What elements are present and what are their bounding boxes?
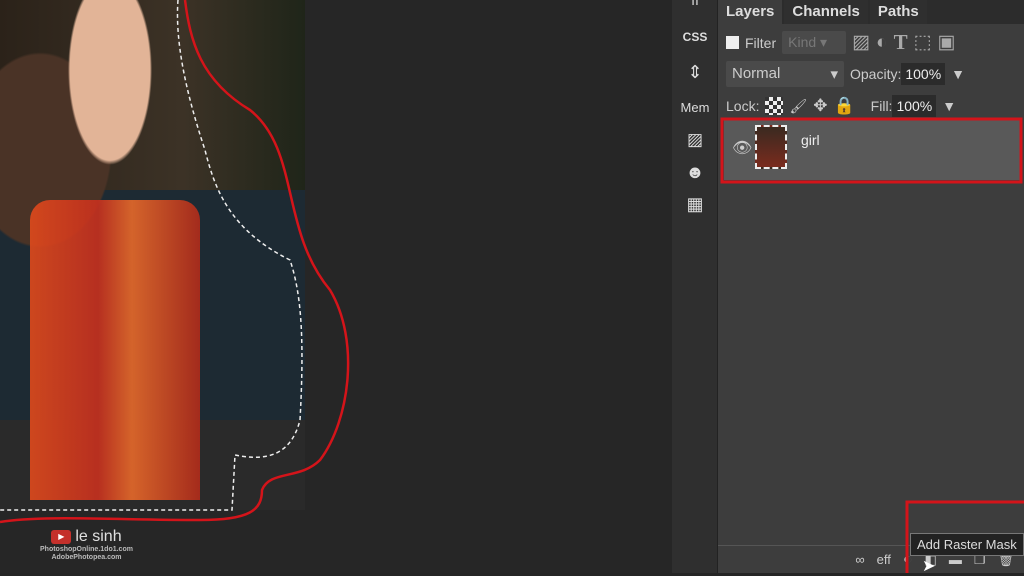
css-button[interactable]: CSS	[672, 30, 718, 44]
shape-filter-icon[interactable]: ⬚	[914, 31, 932, 54]
youtube-icon: ▶	[51, 530, 72, 544]
canvas-area[interactable]: ▶ le sinh PhotoshopOnline.1do1.com AdobeP…	[0, 0, 672, 573]
lock-paint-icon[interactable]: 🖌	[789, 98, 807, 115]
lock-transparency-icon[interactable]	[765, 97, 784, 115]
link-icon[interactable]: ∞	[855, 552, 864, 567]
tab-paths[interactable]: Paths	[869, 0, 927, 24]
lock-all-icon[interactable]: 🔒	[834, 96, 855, 116]
kind-select[interactable]: Kind ▾	[782, 31, 847, 54]
emoji-icon[interactable]: ☻	[672, 162, 718, 183]
fill-dropdown-icon[interactable]: ▼	[942, 98, 956, 114]
opacity-dropdown-icon[interactable]: ▼	[951, 66, 965, 82]
lock-label: Lock:	[726, 98, 760, 114]
filter-label: Filter	[745, 34, 777, 51]
watermark: ▶ le sinh PhotoshopOnline.1do1.com AdobeP…	[40, 528, 133, 561]
panel-grip-icon[interactable]: ıı	[672, 0, 718, 8]
watermark-line2: AdobePhotopea.com	[51, 554, 122, 561]
layer-row-girl[interactable]: 👁 girl	[724, 120, 1020, 180]
lock-move-icon[interactable]: ✥	[813, 96, 827, 116]
watermark-line1: PhotoshopOnline.1do1.com	[40, 546, 133, 553]
qr-code-icon[interactable]: ▦	[672, 194, 718, 215]
fill-input[interactable]: 100%	[892, 95, 937, 117]
opacity-label: Opacity:	[850, 66, 902, 82]
image-icon[interactable]: ▨	[672, 130, 718, 150]
blend-mode-select[interactable]: Normal ▾	[726, 61, 844, 87]
image-filter-icon[interactable]: ▨	[852, 31, 870, 54]
smart-object-filter-icon[interactable]: ▣	[938, 31, 956, 54]
ruler-icon[interactable]: ⇕	[672, 62, 718, 83]
mouse-cursor: ➤	[922, 558, 936, 575]
side-toolbar: ıı CSS ⇕ Mem ▨ ☻ ▦	[672, 0, 718, 573]
layer-name: girl	[801, 132, 820, 148]
selection-marquee	[0, 0, 303, 511]
filter-checkbox[interactable]	[726, 36, 739, 49]
effects-button[interactable]: eff	[877, 552, 891, 567]
visibility-eye-icon[interactable]: 👁	[732, 138, 752, 158]
opacity-input[interactable]: 100%	[901, 63, 946, 85]
tab-layers[interactable]: Layers	[718, 0, 783, 24]
layers-panel: Layers Channels Paths Filter Kind ▾ ▨ ◐ …	[718, 0, 1024, 573]
tab-channels[interactable]: Channels	[784, 0, 868, 24]
fill-label: Fill:	[870, 98, 893, 114]
type-filter-icon[interactable]: T	[894, 30, 908, 55]
layer-thumbnail	[755, 125, 787, 169]
tooltip: Add Raster Mask	[910, 533, 1024, 556]
memory-button[interactable]: Mem	[672, 100, 718, 115]
adjustment-filter-icon[interactable]: ◐	[876, 32, 887, 54]
